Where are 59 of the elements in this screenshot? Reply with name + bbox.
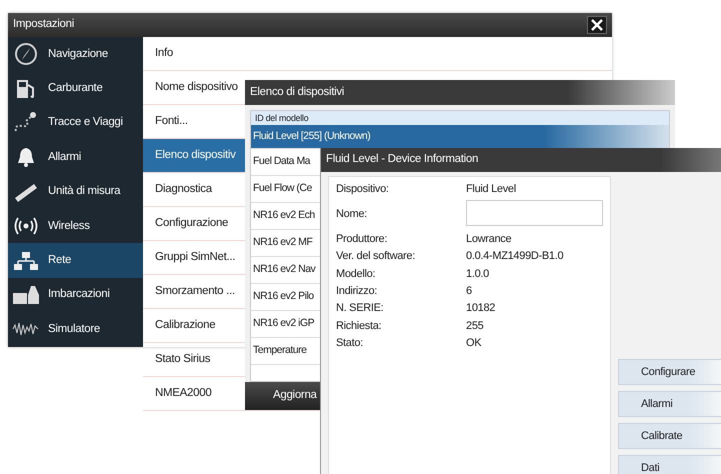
list-item[interactable]: NR16 ev2 MF: [253, 235, 312, 251]
menu-item[interactable]: Nome dispositivo: [155, 78, 238, 96]
sidebar-item[interactable]: Simulatore: [8, 312, 143, 347]
field-value: Lowrance: [466, 232, 512, 247]
refresh-button[interactable]: Aggiorna: [273, 387, 317, 405]
field-value: 255: [466, 318, 484, 334]
field-value: OK: [466, 336, 482, 352]
list-item[interactable]: Temperature: [253, 343, 306, 359]
field-label: Nome:: [336, 207, 368, 222]
list-item[interactable]: Fuel Data Ma: [253, 154, 310, 170]
menu-item[interactable]: Elenco dispositiv: [155, 146, 236, 164]
close-icon: [591, 19, 603, 31]
list-item[interactable]: NR16 ev2 Pilo: [253, 289, 314, 305]
list-item[interactable]: Fluid Level [255] (Unknown): [253, 128, 370, 144]
field-value: 1.0.0: [466, 266, 489, 282]
field-label: Ver. del software:: [336, 249, 416, 264]
list-item[interactable]: NR16 ev2 Ech: [253, 208, 315, 224]
name-input-field[interactable]: [466, 200, 603, 226]
field-label: Modello:: [336, 266, 376, 282]
field-label: Produttore:: [336, 232, 388, 247]
field-value: Fluid Level: [466, 182, 516, 198]
menu-item[interactable]: Info: [155, 44, 173, 62]
menu-item[interactable]: Smorzamento ...: [155, 282, 235, 300]
field-value: 0.0.4-MZ1499D-B1.0: [466, 249, 564, 264]
list-item[interactable]: Fuel Flow (Ce: [253, 181, 312, 197]
sidebar-item[interactable]: Navigazione: [8, 37, 143, 72]
menu-item[interactable]: Configurazione: [155, 214, 228, 232]
menu-item[interactable]: Stato Sirius: [155, 350, 210, 368]
sidebar-item[interactable]: Imbarcazioni: [8, 278, 143, 312]
field-label: Stato:: [336, 336, 364, 352]
sidebar-item[interactable]: Rete: [8, 243, 143, 278]
field-label: Dispositivo:: [336, 182, 390, 198]
list-item[interactable]: NR16 ev2 Nav: [253, 262, 316, 278]
action-button[interactable]: Allarmi: [618, 391, 721, 417]
menu-item[interactable]: Calibrazione: [155, 316, 216, 334]
menu-item[interactable]: Gruppi SimNet...: [155, 248, 236, 266]
action-button[interactable]: Calibrate: [618, 423, 721, 449]
field-value: 6: [466, 284, 472, 299]
menu-item[interactable]: Fonti...: [155, 112, 188, 130]
list-item[interactable]: NR16 ev2 iGP: [253, 316, 314, 332]
action-button[interactable]: Dati: [618, 455, 721, 474]
sidebar-item[interactable]: Unità di misura: [8, 174, 143, 209]
sidebar-item[interactable]: Tracce e Viaggi: [8, 106, 143, 140]
menu-item[interactable]: NMEA2000: [155, 384, 212, 402]
column-header: ID del modello: [255, 113, 308, 123]
field-label: Richiesta:: [336, 318, 382, 334]
sidebar-item[interactable]: Wireless: [8, 208, 143, 244]
menu-item[interactable]: Diagnostica: [155, 180, 212, 198]
sidebar-item[interactable]: Allarmi: [8, 140, 143, 175]
window-title: Fluid Level - Device Information: [326, 152, 478, 168]
window-title: Impostazioni: [13, 17, 74, 32]
field-label: N. SERIE:: [336, 301, 384, 316]
action-button[interactable]: Configurare: [618, 359, 721, 385]
compass-icon: [12, 42, 40, 66]
close-button[interactable]: [587, 16, 607, 34]
window-title: Elenco di dispositivi: [250, 84, 344, 100]
sidebar-item[interactable]: Carburante: [8, 71, 143, 106]
field-value: 10182: [466, 301, 496, 316]
field-label: Indirizzo:: [336, 284, 378, 299]
